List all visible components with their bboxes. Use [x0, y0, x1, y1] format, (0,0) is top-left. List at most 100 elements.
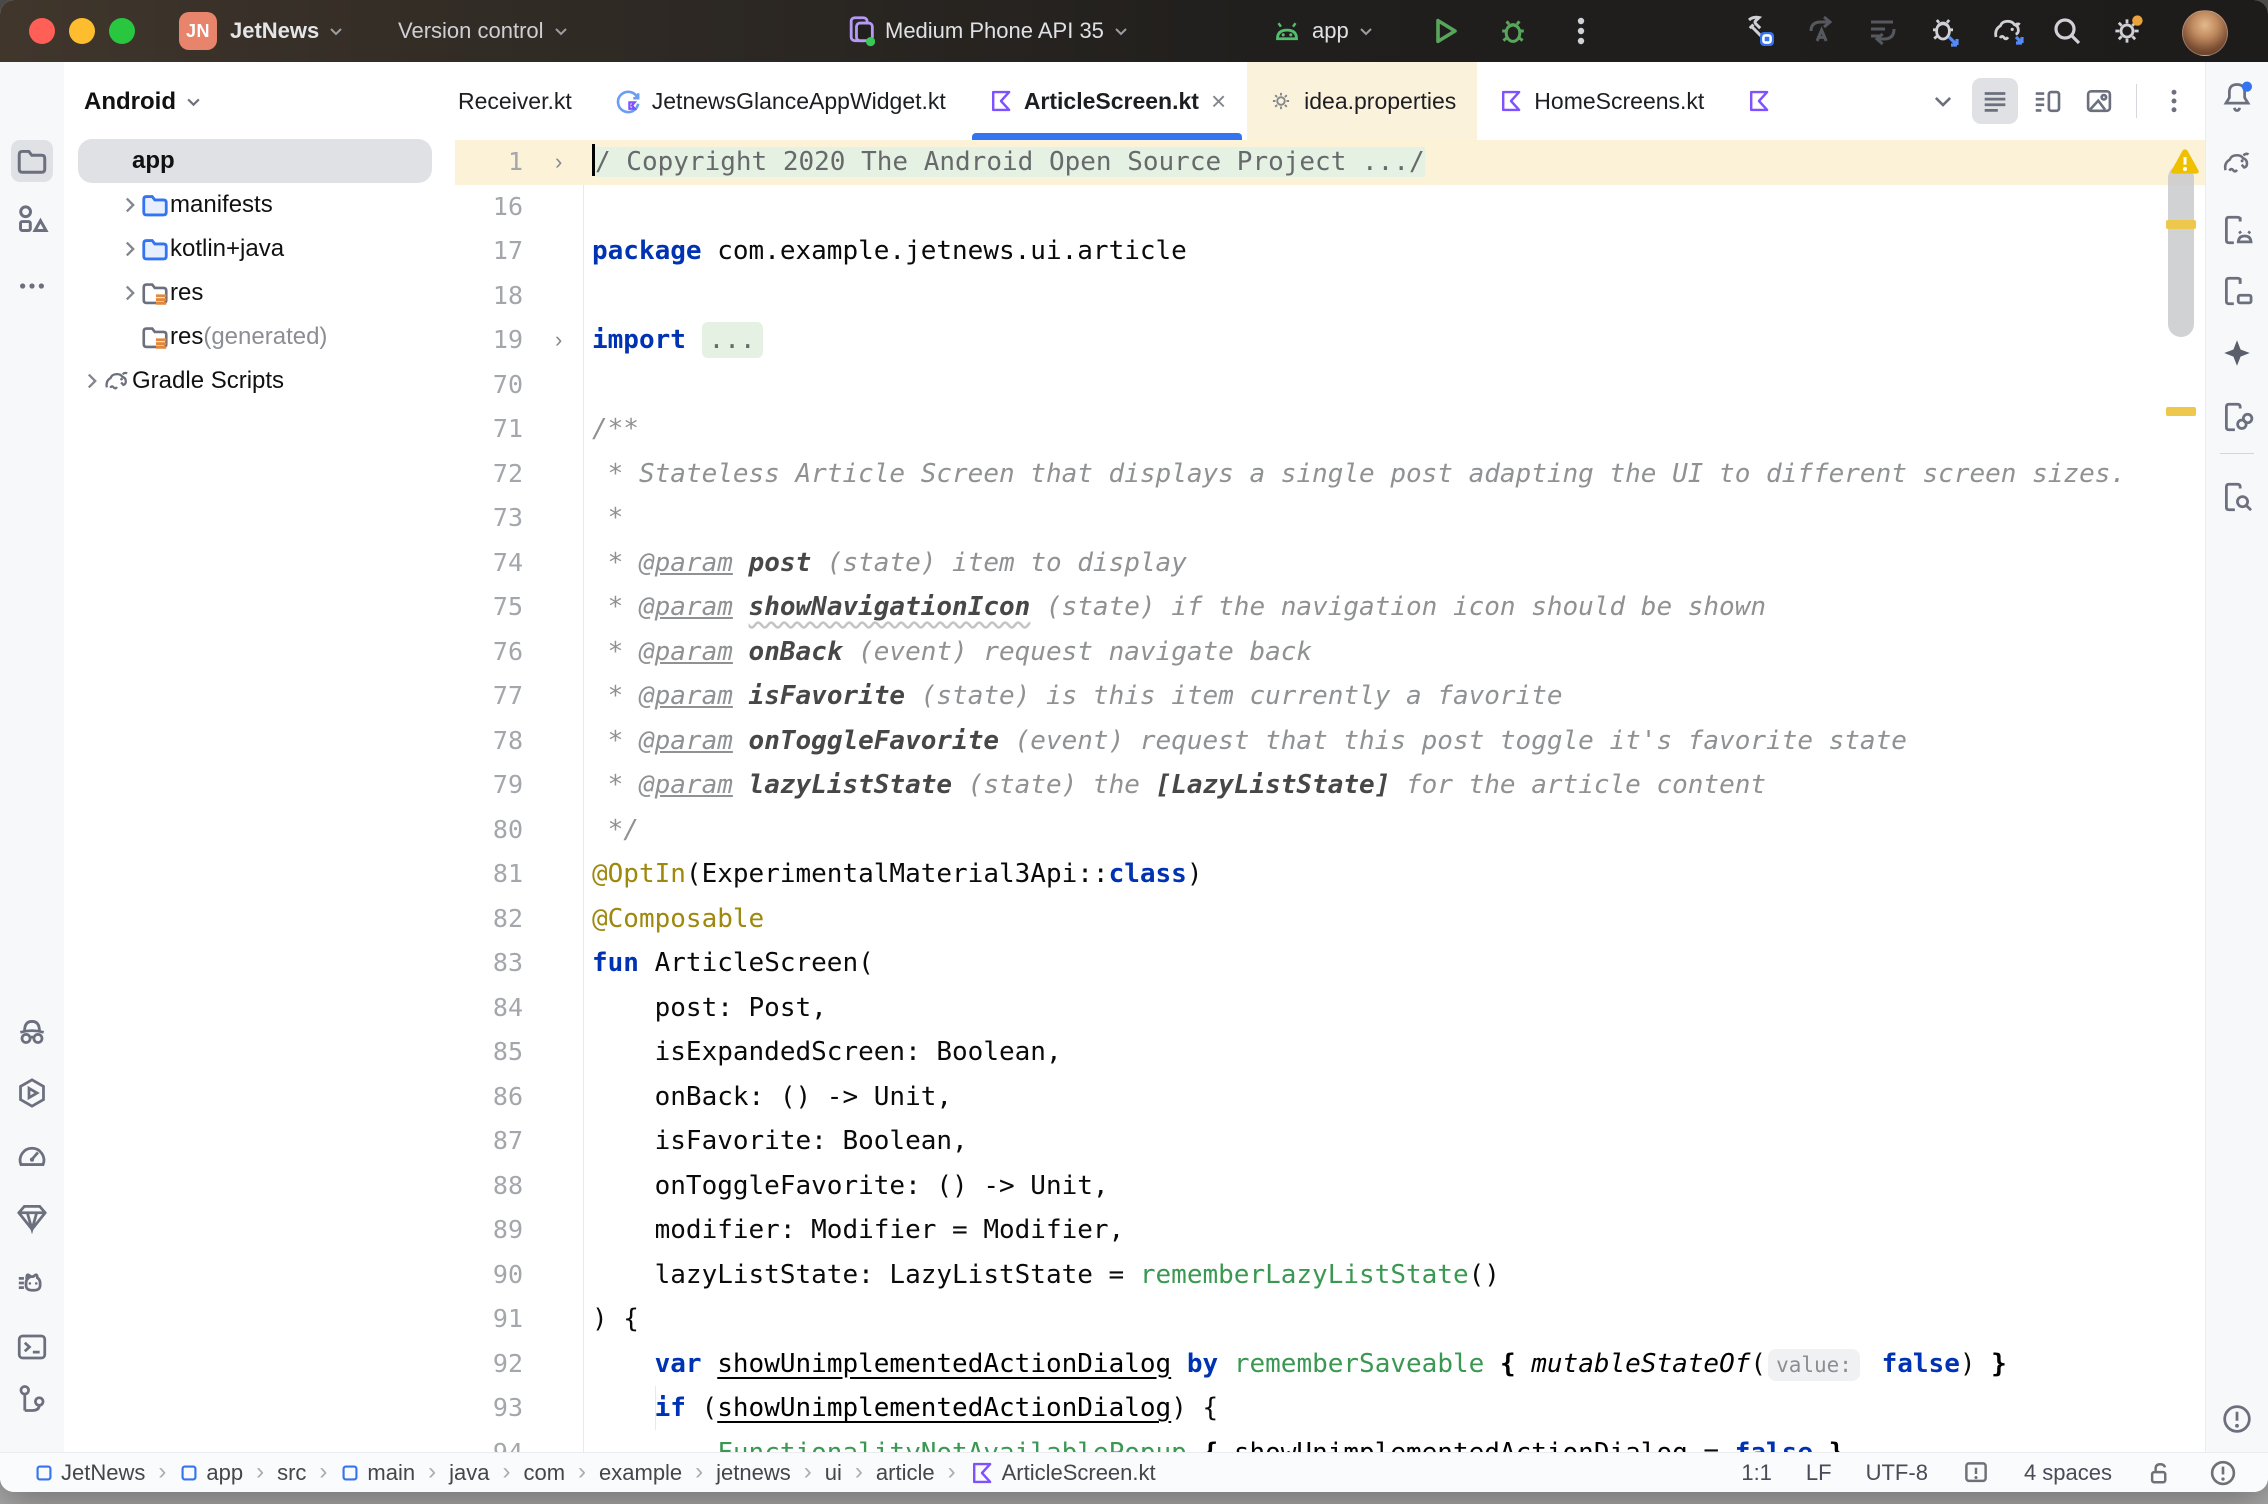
breadcrumb-item-java[interactable]: java: [449, 1460, 489, 1486]
profiler-icon[interactable]: [11, 1134, 53, 1176]
breadcrumb-item-app[interactable]: app: [179, 1460, 243, 1486]
tree-item-res[interactable]: res: [64, 271, 455, 315]
code-line[interactable]: 80 */: [455, 808, 2205, 853]
code-line[interactable]: 77 * @param isFavorite (state) is this i…: [455, 674, 2205, 719]
version-control-menu[interactable]: Version control: [398, 0, 568, 62]
fold-arrow-icon[interactable]: ›: [555, 140, 562, 185]
tree-item-gradle-scripts[interactable]: Gradle Scripts: [64, 359, 455, 403]
code-line[interactable]: 71/**: [455, 407, 2205, 452]
tab-idea-properties[interactable]: idea.properties: [1247, 62, 1477, 140]
app-inspection-icon[interactable]: [11, 1010, 53, 1052]
breadcrumb-item-example[interactable]: example: [599, 1460, 682, 1486]
tab-articlescreen-kt[interactable]: ArticleScreen.kt×: [967, 62, 1247, 140]
apply-changes-restart-icon[interactable]: [1800, 10, 1842, 52]
code-line[interactable]: 78 * @param onToggleFavorite (event) req…: [455, 719, 2205, 764]
resource-manager-icon[interactable]: [11, 198, 53, 240]
fold-arrow-icon[interactable]: ›: [555, 318, 562, 363]
code-line[interactable]: 93 if (showUnimplementedActionDialog) {: [455, 1386, 2205, 1431]
code-line[interactable]: 84 post: Post,: [455, 986, 2205, 1031]
project-folder-icon[interactable]: [11, 140, 53, 182]
code-line[interactable]: 94 FunctionalityNotAvailablePopup { show…: [455, 1431, 2205, 1453]
tab-receiver-kt[interactable]: Receiver.kt: [455, 62, 593, 140]
unlocked-icon[interactable]: [2146, 1459, 2174, 1487]
code-line[interactable]: 75 * @param showNavigationIcon (state) i…: [455, 585, 2205, 630]
chevron-right-icon[interactable]: [120, 240, 140, 258]
code-line[interactable]: 16: [455, 185, 2205, 230]
code-line[interactable]: 70: [455, 363, 2205, 408]
tree-item-app[interactable]: app: [64, 139, 455, 183]
breadcrumb-item-ui[interactable]: ui: [825, 1460, 842, 1486]
tab-homescreens-kt[interactable]: HomeScreens.kt: [1477, 62, 1725, 140]
search-everywhere-icon[interactable]: [2046, 10, 2088, 52]
settings-gear-icon[interactable]: [2106, 10, 2148, 52]
attach-debugger-icon[interactable]: [1924, 10, 1966, 52]
close-window-button[interactable]: [29, 18, 55, 44]
apply-code-changes-icon[interactable]: [1862, 10, 1904, 52]
caret-position-widget[interactable]: 1:1: [1741, 1460, 1772, 1486]
breadcrumb-item-main[interactable]: main: [340, 1460, 415, 1486]
terminal-icon[interactable]: [11, 1326, 53, 1368]
code-line[interactable]: 72 * Stateless Article Screen that displ…: [455, 452, 2205, 497]
project-view-selector[interactable]: Android: [84, 88, 201, 116]
tree-item-res[interactable]: res (generated): [64, 315, 455, 359]
code-line[interactable]: 19›import ...: [455, 318, 2205, 363]
running-devices-icon[interactable]: [2216, 270, 2258, 312]
breadcrumb-item-article[interactable]: article: [876, 1460, 935, 1486]
code-line[interactable]: 83fun ArticleScreen(: [455, 941, 2205, 986]
code-line[interactable]: 88 onToggleFavorite: () -> Unit,: [455, 1164, 2205, 1209]
code-line[interactable]: 74 * @param post (state) item to display: [455, 541, 2205, 586]
chevron-right-icon[interactable]: [120, 196, 140, 214]
breadcrumb-item-jetnews[interactable]: JetNews: [34, 1460, 145, 1486]
editor-scrollbar[interactable]: [2168, 165, 2194, 337]
device-selector[interactable]: Medium Phone API 35: [845, 0, 1128, 62]
run-icon[interactable]: [1424, 10, 1466, 52]
more-tool-windows-icon[interactable]: [11, 265, 53, 307]
chevron-right-icon[interactable]: [82, 372, 102, 390]
gradle-icon[interactable]: [2216, 142, 2258, 184]
code-line[interactable]: 17package com.example.jetnews.ui.article: [455, 229, 2205, 274]
logcat-icon[interactable]: [11, 1262, 53, 1304]
build-icon[interactable]: [1738, 10, 1780, 52]
code-line[interactable]: 90 lazyListState: LazyListState = rememb…: [455, 1253, 2205, 1298]
code-line[interactable]: 18: [455, 274, 2205, 319]
gemini-icon[interactable]: [2216, 332, 2258, 374]
tab-jetnewsglanceappwidget-kt[interactable]: JetnewsGlanceAppWidget.kt: [593, 62, 967, 140]
problems-icon[interactable]: [2216, 1398, 2258, 1440]
project-selector[interactable]: JetNews: [230, 0, 343, 62]
version-control-icon[interactable]: [11, 1378, 53, 1420]
device-mirroring-icon[interactable]: [2216, 396, 2258, 438]
code-line[interactable]: 91) {: [455, 1297, 2205, 1342]
tab-options-kebab-icon[interactable]: [2151, 78, 2197, 124]
breadcrumb-item-src[interactable]: src: [277, 1460, 306, 1486]
breadcrumb-item-articlescreen-kt[interactable]: ArticleScreen.kt: [969, 1460, 1156, 1486]
code-line[interactable]: 87 isFavorite: Boolean,: [455, 1119, 2205, 1164]
editor-notification-icon[interactable]: [1962, 1459, 1990, 1487]
code-line[interactable]: 82@Composable: [455, 897, 2205, 942]
code-line[interactable]: 73 *: [455, 496, 2205, 541]
gradle-sync-icon[interactable]: [1986, 10, 2028, 52]
tree-item-manifests[interactable]: manifests: [64, 183, 455, 227]
chevron-right-icon[interactable]: [120, 284, 140, 302]
app-quality-insights-icon[interactable]: [11, 1196, 53, 1238]
code-line[interactable]: 89 modifier: Modifier = Modifier,: [455, 1208, 2205, 1253]
services-icon[interactable]: [11, 1072, 53, 1114]
code-line[interactable]: 92 var showUnimplementedActionDialog by …: [455, 1342, 2205, 1387]
code-line[interactable]: 76 * @param onBack (event) request navig…: [455, 630, 2205, 675]
user-avatar[interactable]: [2182, 10, 2228, 56]
error-indicator-icon[interactable]: [2208, 1458, 2238, 1488]
design-view-icon[interactable]: [2076, 78, 2122, 124]
zoom-window-button[interactable]: [109, 18, 135, 44]
debug-icon[interactable]: [1492, 10, 1534, 52]
code-view-icon[interactable]: [1972, 78, 2018, 124]
code-line[interactable]: 86 onBack: () -> Unit,: [455, 1075, 2205, 1120]
run-configuration-selector[interactable]: app: [1272, 0, 1373, 62]
device-manager-icon[interactable]: [2216, 209, 2258, 251]
layout-inspector-icon[interactable]: [2216, 476, 2258, 518]
hidden-tabs-chevron-icon[interactable]: [1920, 78, 1966, 124]
code-line[interactable]: 1›/ Copyright 2020 The Android Open Sour…: [455, 140, 2205, 185]
line-separator-widget[interactable]: LF: [1806, 1460, 1832, 1486]
more-options-icon[interactable]: [1560, 10, 1602, 52]
tab-partial[interactable]: [1725, 62, 1772, 140]
breadcrumb-item-com[interactable]: com: [523, 1460, 565, 1486]
split-view-icon[interactable]: [2024, 78, 2070, 124]
